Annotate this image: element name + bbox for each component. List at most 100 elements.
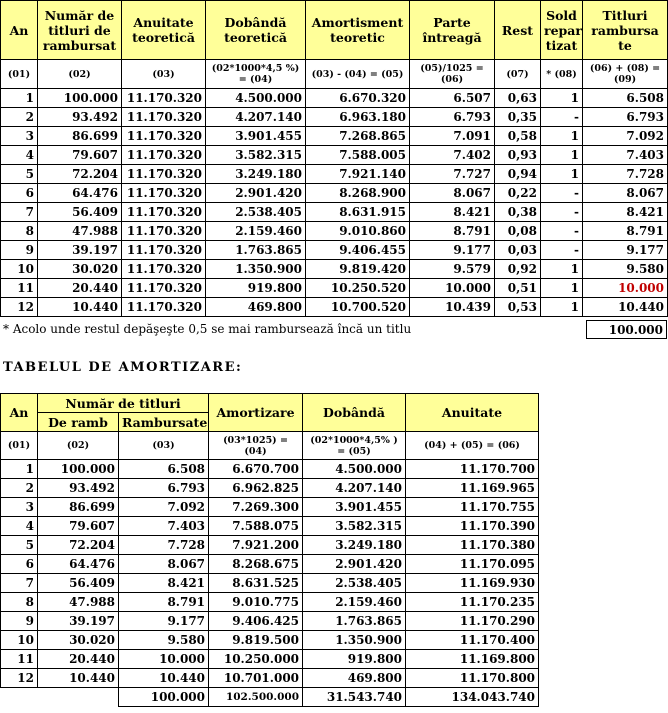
table-cell: 7.728: [582, 164, 668, 184]
table-cell: -: [540, 107, 583, 127]
table-cell: 1: [540, 126, 583, 146]
table-cell: 6.793: [117, 478, 210, 498]
table-cell: 3.249.180: [205, 164, 306, 184]
col-header: Număr de titluri: [36, 393, 210, 413]
table-cell: 7.091: [409, 126, 495, 146]
table-cell: 3.249.180: [302, 535, 407, 555]
table-cell: 11.170.320: [121, 297, 206, 317]
table-cell: 1.763.865: [302, 611, 407, 631]
table-cell: 3.582.315: [205, 145, 306, 165]
table-cell: 47.988: [37, 221, 122, 241]
table-cell: 8: [0, 221, 38, 241]
table-cell: 2.538.405: [302, 573, 407, 593]
table-cell: 469.800: [205, 297, 306, 317]
col-header: Dobândă teoretică: [205, 0, 306, 60]
table-cell: 9.177: [582, 240, 668, 260]
table-row: 11 20.440 11.170.320 919.800 10.250.520 10.00…: [0, 278, 668, 298]
table-cell: 12: [0, 297, 38, 317]
col-header: An: [0, 393, 38, 432]
table-cell: 10.000: [409, 278, 495, 298]
table-cell: 0,08: [494, 221, 541, 241]
table-cell: 100.000: [37, 88, 122, 108]
table-cell: 1: [0, 88, 38, 108]
col-header: Rambursate: [117, 412, 210, 432]
table-row: 11 20.440 10.000 10.250.000 919.800 11.169.80…: [0, 649, 540, 669]
col-header: Amortizare: [208, 393, 304, 432]
table-row: 3 86.699 11.170.320 3.901.455 7.268.865 7.091…: [0, 126, 668, 146]
table-cell: 8.268.675: [208, 554, 304, 574]
table-cell: 47.988: [37, 592, 119, 612]
table-cell: 9.010.775: [208, 592, 304, 612]
table-cell: 93.492: [37, 107, 122, 127]
formula-cell: (03*1025) = (04): [208, 431, 304, 460]
table-cell: 0,58: [494, 126, 541, 146]
table-cell: 3.901.455: [205, 126, 306, 146]
table-cell: 7.921.200: [208, 535, 304, 555]
col-header: Anuitate teoretică: [121, 0, 206, 60]
table-row: 6 64.476 11.170.320 2.901.420 8.268.900 8.067…: [0, 183, 668, 203]
table-cell: 11.170.700: [405, 459, 540, 479]
table-cell: 7.403: [117, 516, 210, 536]
table-cell: 10.000: [117, 649, 210, 669]
table-cell: 10.440: [37, 668, 119, 688]
table-row: 5 72.204 11.170.320 3.249.180 7.921.140 7.727…: [0, 164, 668, 184]
table-cell: 9.819.420: [305, 259, 410, 279]
total-cell: 31.543.740: [302, 687, 407, 707]
table-cell: 11.169.965: [405, 478, 540, 498]
table-cell: 11.170.235: [405, 592, 540, 612]
table-cell: 9.580: [582, 259, 668, 279]
table-cell: 9.177: [409, 240, 495, 260]
table-cell: 8.791: [409, 221, 495, 241]
table-cell: 10.440: [117, 668, 210, 688]
formula-cell: (04) + (05) = (06): [405, 431, 540, 460]
col-header: Anuitate: [405, 393, 540, 432]
table-cell: 1.350.900: [205, 259, 306, 279]
table-cell: 8.631.525: [208, 573, 304, 593]
table-cell: 6.507: [409, 88, 495, 108]
table-cell: 11.170.320: [121, 145, 206, 165]
formula-cell: (01): [0, 59, 38, 89]
formula-cell: * (08): [540, 59, 583, 89]
table-cell: 6: [0, 554, 38, 574]
table-cell: 11.170.320: [121, 183, 206, 203]
table-cell: 0,35: [494, 107, 541, 127]
table-cell: 64.476: [37, 183, 122, 203]
table-cell: 1: [540, 88, 583, 108]
table-cell: 0,53: [494, 297, 541, 317]
table-cell: 9.177: [117, 611, 210, 631]
table-cell: 0,51: [494, 278, 541, 298]
col-header: Rest: [494, 0, 541, 60]
table-cell: 7.728: [117, 535, 210, 555]
table-cell: 12: [0, 668, 38, 688]
col-header: Număr de titluri de rambursat: [37, 0, 122, 60]
table-cell: 1: [540, 164, 583, 184]
table-cell: 56.409: [37, 202, 122, 222]
table-cell: 7.588.075: [208, 516, 304, 536]
col-header: Dobândă: [302, 393, 407, 432]
table-cell: 4.500.000: [205, 88, 306, 108]
table-cell: 7.403: [582, 145, 668, 165]
table-cell: 11.170.800: [405, 668, 540, 688]
table-cell: 1: [540, 278, 583, 298]
table-cell: 2.538.405: [205, 202, 306, 222]
table-cell: 11.170.380: [405, 535, 540, 555]
table-row: 8 47.988 8.791 9.010.775 2.159.460 11.170.235: [0, 592, 540, 612]
formula-cell: (06) + (08) = (09): [582, 59, 668, 89]
table-row: 1 100.000 6.508 6.670.700 4.500.000 11.170.70…: [0, 459, 540, 479]
table-cell: 6.793: [409, 107, 495, 127]
formula-cell: (03) - (04) = (05): [305, 59, 410, 89]
table-row: 5 72.204 7.728 7.921.200 3.249.180 11.170.380: [0, 535, 540, 555]
formula-row: (01) (02) (03) (02*1000*4,5 %) = (04) (0…: [0, 59, 668, 89]
table-cell: 11.170.320: [121, 202, 206, 222]
formula-cell: (02*1000*4,5 %) = (04): [205, 59, 306, 89]
table-cell: 9.406.455: [305, 240, 410, 260]
table-cell: 0,94: [494, 164, 541, 184]
table-cell: 56.409: [37, 573, 119, 593]
table-cell: 1.350.900: [302, 630, 407, 650]
table-cell: 6.508: [117, 459, 210, 479]
col-header: Amortisment teoretic: [305, 0, 410, 60]
table-cell: 93.492: [37, 478, 119, 498]
table-cell: 10.250.000: [208, 649, 304, 669]
table-cell: 0,63: [494, 88, 541, 108]
table-cell: 2: [0, 478, 38, 498]
